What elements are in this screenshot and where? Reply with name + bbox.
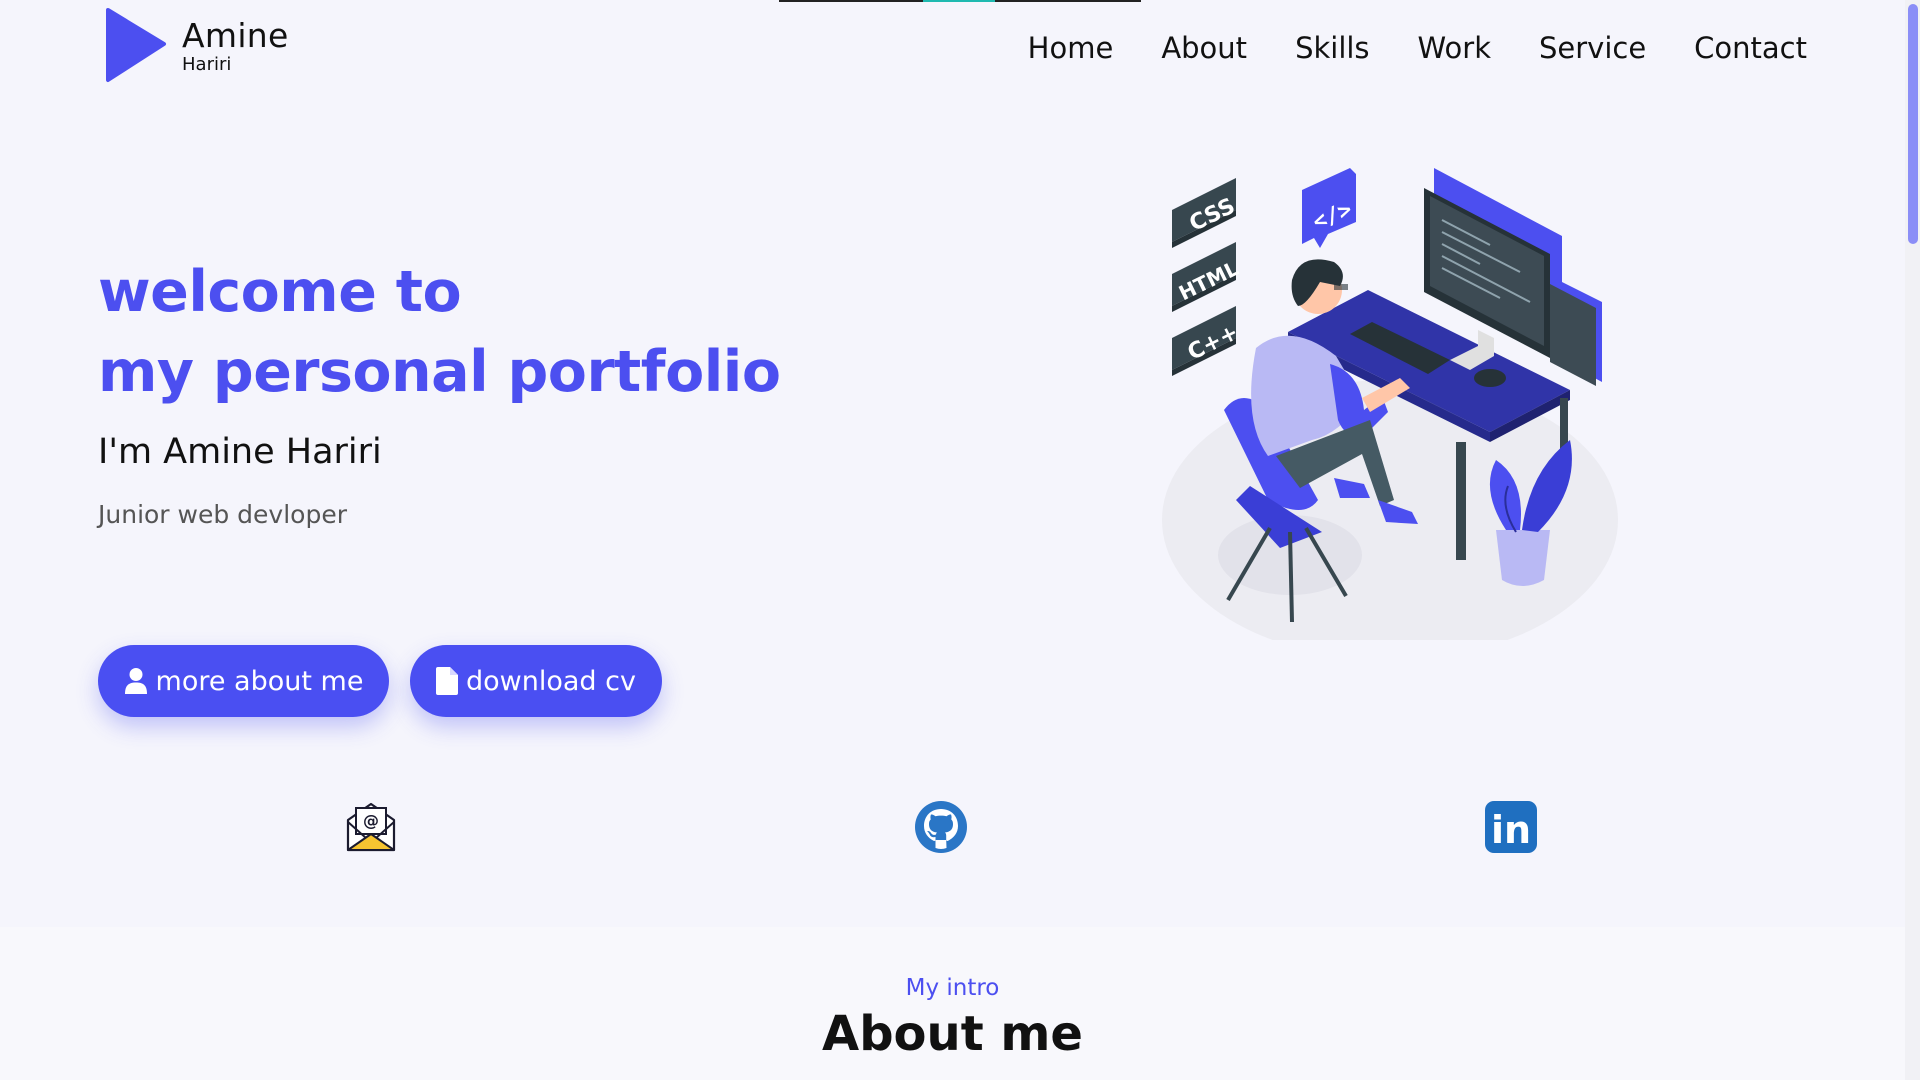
scrollbar-thumb[interactable]	[1908, 4, 1918, 244]
github-link[interactable]	[914, 800, 968, 858]
download-cv-label: download cv	[466, 665, 636, 697]
nav-skills[interactable]: Skills	[1295, 28, 1369, 68]
nav-contact[interactable]: Contact	[1694, 28, 1807, 68]
developer-at-desk-illustration: CSS HTML C++ </>	[1162, 168, 1618, 660]
hero-title: welcome to my personal portfolio	[98, 252, 781, 412]
linkedin-text: in	[1491, 808, 1531, 852]
brand-first-name: Amine	[182, 16, 289, 55]
nav-home[interactable]: Home	[1028, 28, 1114, 68]
html-tag: HTML	[1172, 242, 1242, 312]
file-icon	[436, 667, 459, 695]
hero-name: I'm Amine Hariri	[98, 432, 382, 472]
envelope-at-symbol: @	[363, 811, 379, 830]
hero-title-line1: welcome to	[98, 259, 462, 325]
nav-about[interactable]: About	[1161, 28, 1247, 68]
email-link[interactable]: @	[346, 800, 396, 856]
brand-last-name: Hariri	[182, 54, 232, 75]
css-tag: CSS	[1172, 178, 1239, 248]
download-cv-button[interactable]: download cv	[410, 645, 662, 717]
hero-role: Junior web devloper	[98, 500, 347, 529]
site-header: Amine Hariri Home About Skills Work Serv…	[0, 0, 1905, 100]
brand-name: Amine Hariri	[182, 18, 289, 76]
more-about-me-label: more about me	[155, 665, 364, 697]
cpp-tag: C++	[1172, 306, 1243, 376]
about-title: About me	[822, 1006, 1083, 1062]
play-triangle-icon	[106, 8, 166, 82]
developer-illustration: CSS HTML C++ </>	[1150, 160, 1630, 660]
more-about-me-button[interactable]: more about me	[98, 645, 389, 717]
code-badge: </>	[1302, 168, 1356, 248]
about-kicker: My intro	[905, 975, 1000, 1001]
nav-service[interactable]: Service	[1539, 28, 1646, 68]
brand-logo[interactable]: Amine Hariri	[104, 8, 289, 84]
linkedin-link[interactable]: in	[1484, 800, 1538, 858]
nav-work[interactable]: Work	[1418, 28, 1491, 68]
main-nav: Home About Skills Work Service Contact	[980, 28, 1807, 68]
linkedin-icon: in	[1485, 801, 1537, 853]
page-scrollbar[interactable]	[1905, 0, 1920, 1080]
github-icon	[915, 801, 967, 853]
user-icon	[124, 668, 147, 694]
hero-title-line2: my personal portfolio	[98, 339, 781, 405]
envelope-at-icon: @	[346, 802, 396, 852]
